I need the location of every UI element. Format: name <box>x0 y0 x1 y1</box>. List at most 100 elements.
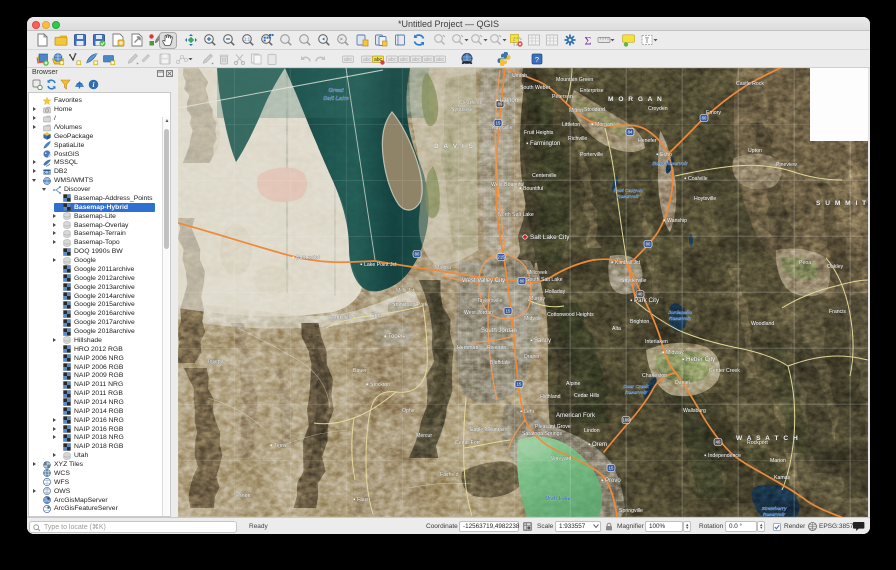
svg-text:Peoa: Peoa <box>799 260 811 266</box>
svg-text:Salt Lake: Salt Lake <box>323 96 349 102</box>
svg-text:Riverton: Riverton <box>487 345 506 351</box>
svg-text:Tooele: Tooele <box>388 334 406 340</box>
svg-text:Littleton: Littleton <box>562 122 580 128</box>
svg-text:East Canyon: East Canyon <box>613 188 642 194</box>
svg-text:Kamas: Kamas <box>774 475 791 481</box>
svg-text:Fruit Heights: Fruit Heights <box>524 130 554 136</box>
svg-text:Highland: Highland <box>540 394 561 400</box>
svg-text:80: 80 <box>415 252 420 257</box>
svg-text:Lake Point Jct: Lake Point Jct <box>364 262 397 268</box>
svg-text:Mercur: Mercur <box>416 433 432 439</box>
svg-text:189: 189 <box>623 418 631 423</box>
svg-text:80: 80 <box>646 242 651 247</box>
svg-text:Oakley: Oakley <box>827 264 844 270</box>
svg-text:Reservoir: Reservoir <box>669 316 692 322</box>
svg-text:Vineyard: Vineyard <box>551 456 571 462</box>
svg-text:Deer Creek: Deer Creek <box>623 384 649 390</box>
svg-text:South Jordan: South Jordan <box>481 328 517 334</box>
svg-text:South Weber: South Weber <box>520 85 550 91</box>
svg-text:Σ: Σ <box>585 34 592 48</box>
svg-text:Cedar Hills: Cedar Hills <box>574 393 600 399</box>
svg-text:Henefer: Henefer <box>638 138 657 144</box>
svg-text:Mountain Green: Mountain Green <box>556 77 593 83</box>
svg-text:American Fork: American Fork <box>556 413 596 419</box>
svg-text:Coalville: Coalville <box>688 176 708 182</box>
svg-text:Charleston: Charleston <box>642 373 667 379</box>
svg-text:abc: abc <box>344 57 353 63</box>
svg-text:80: 80 <box>520 279 525 284</box>
svg-text:Iosepa: Iosepa <box>208 359 224 365</box>
svg-text:Milton: Milton <box>569 108 583 114</box>
svg-text:Ophir: Ophir <box>402 408 415 414</box>
svg-text:abc: abc <box>388 57 397 63</box>
svg-text:Provo: Provo <box>605 478 621 484</box>
svg-text:40: 40 <box>638 292 643 297</box>
svg-text:Saratoga Springs: Saratoga Springs <box>522 431 562 437</box>
svg-text:Daniel: Daniel <box>675 380 690 386</box>
svg-text:Heber City: Heber City <box>686 356 716 363</box>
svg-text:Richville: Richville <box>568 136 587 142</box>
svg-text:Pineview: Pineview <box>776 162 797 168</box>
svg-text:Peterson: Peterson <box>552 94 573 100</box>
svg-text:Holladay: Holladay <box>545 289 566 295</box>
svg-text:Reservoir: Reservoir <box>617 194 640 200</box>
svg-text:Syracuse: Syracuse <box>451 107 473 113</box>
svg-text:Alta: Alta <box>612 326 621 332</box>
svg-text:Croyden: Croyden <box>648 106 668 112</box>
svg-text:Vernon: Vernon <box>234 493 251 499</box>
svg-text:W A S A T C H: W A S A T C H <box>736 435 799 442</box>
svg-text:S U M M I T: S U M M I T <box>816 200 868 207</box>
svg-text:Bluffdale: Bluffdale <box>490 360 510 366</box>
svg-text:Upton: Upton <box>748 148 762 154</box>
svg-text:Francis: Francis <box>829 309 846 315</box>
svg-text:1:1: 1:1 <box>244 37 251 42</box>
svg-text:Echo: Echo <box>660 152 672 158</box>
svg-text:Herriman: Herriman <box>457 345 478 351</box>
svg-text:Salt Lake City: Salt Lake City <box>530 234 570 241</box>
svg-text:Stansbury Park: Stansbury Park <box>392 302 428 308</box>
svg-text:Cedar Fort: Cedar Fort <box>455 440 480 446</box>
svg-text:Fairfield: Fairfield <box>440 472 459 478</box>
svg-text:Springville: Springville <box>619 508 643 514</box>
svg-text:Stoddard: Stoddard <box>584 107 605 113</box>
svg-text:Layton: Layton <box>500 98 518 104</box>
svg-text:Bountiful: Bountiful <box>523 186 543 192</box>
svg-text:Castle Rock: Castle Rock <box>736 81 764 87</box>
svg-text:Great: Great <box>328 88 344 94</box>
svg-text:40: 40 <box>716 440 721 445</box>
svg-text:Interlaken: Interlaken <box>645 339 668 345</box>
svg-text:Millcreek: Millcreek <box>527 270 548 276</box>
svg-text:Porterville: Porterville <box>580 152 603 158</box>
svg-text:Stockton: Stockton <box>370 382 390 388</box>
svg-text:Wallsburg: Wallsburg <box>683 408 706 414</box>
svg-text:Cottonwood Heights: Cottonwood Heights <box>547 312 594 318</box>
svg-text:Eagle Mountain: Eagle Mountain <box>470 427 506 433</box>
svg-text:Sandy: Sandy <box>534 338 551 344</box>
svg-text:Snyderville: Snyderville <box>621 278 646 284</box>
svg-text:M O R G A N: M O R G A N <box>608 96 663 103</box>
svg-text:Midvale: Midvale <box>524 316 542 322</box>
svg-text:Bauer: Bauer <box>353 368 367 374</box>
svg-text:Uintah: Uintah <box>512 73 527 79</box>
svg-text:West Valley City: West Valley City <box>462 278 505 284</box>
svg-text:15: 15 <box>609 466 614 471</box>
svg-text:West Bountiful: West Bountiful <box>491 182 524 188</box>
svg-text:Midway: Midway <box>666 350 684 356</box>
svg-text:Reservoir: Reservoir <box>625 390 648 396</box>
svg-text:Hoytsville: Hoytsville <box>694 196 716 202</box>
svg-text:Murray: Murray <box>529 296 546 302</box>
svg-text:Independence: Independence <box>708 453 741 459</box>
svg-text:215: 215 <box>498 255 506 260</box>
svg-text:Grantsville: Grantsville <box>328 315 353 321</box>
svg-text:84: 84 <box>628 130 633 135</box>
svg-text:Magna: Magna <box>435 265 451 271</box>
svg-text:Kaysville: Kaysville <box>492 125 513 131</box>
svg-text:Emory: Emory <box>706 110 721 116</box>
svg-text:Draper: Draper <box>524 354 540 360</box>
svg-text:South Salt Lake: South Salt Lake <box>526 277 563 283</box>
svg-text:Burmester: Burmester <box>296 255 320 261</box>
svg-text:Alpine: Alpine <box>566 381 581 387</box>
svg-text:Enterprise: Enterprise <box>580 88 604 94</box>
svg-text:Brighton: Brighton <box>630 319 649 325</box>
svg-text:Orem: Orem <box>592 442 607 448</box>
